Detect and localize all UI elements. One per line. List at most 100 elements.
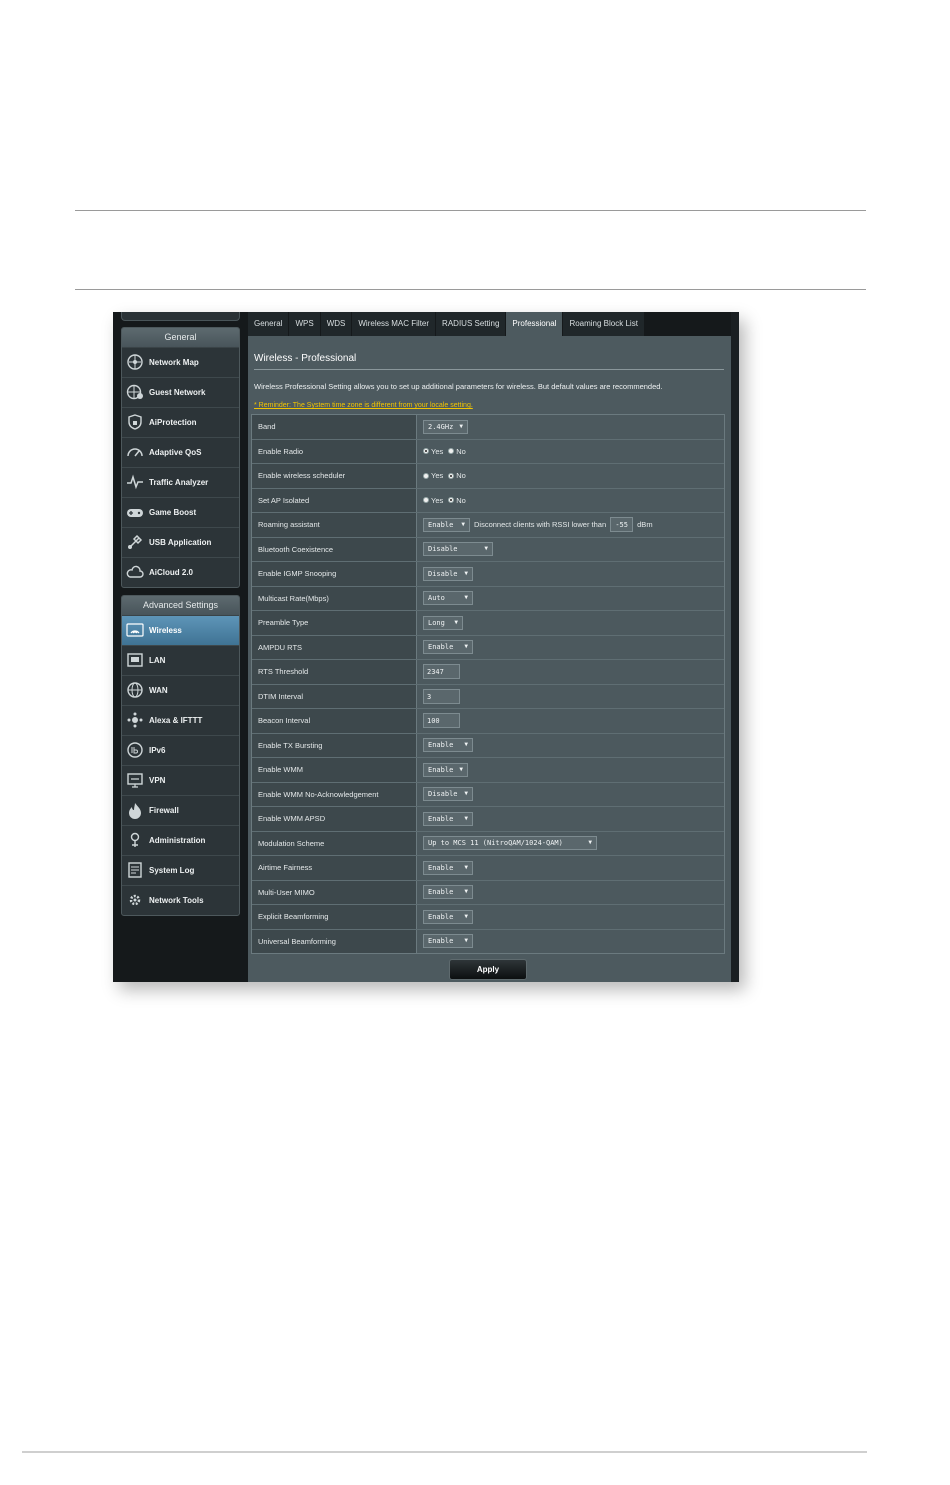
sidebar-item-vpn[interactable]: VPN bbox=[122, 765, 239, 795]
setting-value: Enable ▼ bbox=[417, 856, 724, 880]
setting-value: Auto ▼ bbox=[417, 586, 724, 610]
set-ap-isolated-radio-yes[interactable]: Yes bbox=[423, 496, 443, 505]
sidebar-item-network-tools[interactable]: Network Tools bbox=[122, 885, 239, 915]
enable-wireless-scheduler-radio-no[interactable]: No bbox=[448, 471, 466, 480]
rssi-threshold-input[interactable]: -55 bbox=[610, 517, 634, 533]
enable-igmp-snooping-select[interactable]: Disable ▼ bbox=[423, 566, 473, 581]
general-menu: General Network Map Guest Network AiProtec… bbox=[121, 327, 240, 588]
chevron-down-icon: ▼ bbox=[464, 937, 468, 945]
tools-icon bbox=[126, 891, 149, 911]
setting-value: 2.4GHz ▼ bbox=[417, 415, 724, 439]
ampdu-rts-select[interactable]: Enable ▼ bbox=[423, 640, 473, 655]
set-ap-isolated-radio-no[interactable]: No bbox=[448, 496, 466, 505]
setting-label: Universal Beamforming bbox=[252, 929, 417, 953]
setting-label-text: Beacon Interval bbox=[258, 716, 311, 726]
rts-threshold-input[interactable]: 2347 bbox=[423, 664, 460, 680]
setting-value: Enable ▼ bbox=[417, 905, 724, 929]
enable-wmm-apsd-select[interactable]: Enable ▼ bbox=[423, 811, 473, 826]
setting-value: Disable ▼ bbox=[417, 782, 724, 806]
setting-value: Yes No bbox=[417, 464, 724, 488]
roaming-assistant-select[interactable]: Enable ▼ bbox=[423, 517, 470, 532]
bluetooth-coexistence-select[interactable]: Disable ▼ bbox=[423, 542, 493, 557]
setting-row-enable-igmp-snooping: Enable IGMP Snooping Disable ▼ bbox=[252, 562, 724, 587]
tab-general[interactable]: General bbox=[248, 312, 289, 336]
globe-icon bbox=[126, 681, 149, 701]
setting-value: Disable ▼ bbox=[417, 537, 724, 561]
tab-professional[interactable]: Professional bbox=[506, 312, 563, 336]
setting-value: Up to MCS 11 (NitroQAM/1024-QAM) ▼ bbox=[417, 831, 724, 855]
beacon-interval-input[interactable]: 100 bbox=[423, 713, 460, 729]
chevron-down-icon: ▼ bbox=[459, 765, 463, 773]
explicit-beamforming-select[interactable]: Enable ▼ bbox=[423, 909, 473, 924]
setting-row-enable-tx-bursting: Enable TX Bursting Enable ▼ bbox=[252, 733, 724, 758]
radio-label: No bbox=[456, 471, 466, 481]
chevron-down-icon: ▼ bbox=[484, 545, 488, 553]
modulation-scheme-select[interactable]: Up to MCS 11 (NitroQAM/1024-QAM) ▼ bbox=[423, 836, 597, 851]
radio-label: Yes bbox=[431, 446, 444, 456]
setting-label: Preamble Type bbox=[252, 611, 417, 635]
select-value: Enable bbox=[428, 765, 454, 774]
multi-user-mimo-select[interactable]: Enable ▼ bbox=[423, 885, 473, 900]
sidebar-item-aiprotection[interactable]: AiProtection bbox=[122, 407, 239, 437]
sidebar-item-adaptive-qos[interactable]: Adaptive QoS bbox=[122, 437, 239, 467]
setting-value: Enable ▼ bbox=[417, 635, 724, 659]
setting-label: Bluetooth Coexistence bbox=[252, 537, 417, 561]
second-rule bbox=[75, 289, 866, 290]
sidebar-item-label: Network Map bbox=[149, 358, 199, 367]
select-value: Disable bbox=[428, 790, 458, 799]
sidebar-item-alexa-ifttt[interactable]: Alexa & IFTTT bbox=[122, 705, 239, 735]
sidebar-item-administration[interactable]: Administration bbox=[122, 825, 239, 855]
gauge-icon bbox=[126, 443, 149, 463]
sidebar-item-firewall[interactable]: Firewall bbox=[122, 795, 239, 825]
tab-wps[interactable]: WPS bbox=[289, 312, 320, 336]
network-map-icon bbox=[126, 353, 149, 373]
cloud-icon bbox=[126, 563, 149, 583]
setting-label-text: Bluetooth Coexistence bbox=[258, 544, 334, 554]
sidebar-item-wireless[interactable]: Wireless bbox=[122, 616, 239, 645]
tab-wireless-mac-filter[interactable]: Wireless MAC Filter bbox=[352, 312, 436, 336]
setting-row-universal-beamforming: Universal Beamforming Enable ▼ bbox=[252, 929, 724, 953]
airtime-fairness-select[interactable]: Enable ▼ bbox=[423, 860, 473, 875]
enable-tx-bursting-select[interactable]: Enable ▼ bbox=[423, 738, 473, 753]
ipv6-icon bbox=[126, 741, 149, 761]
setting-label: DTIM Interval bbox=[252, 684, 417, 708]
sidebar-item-label: WAN bbox=[149, 686, 168, 695]
dtim-interval-input[interactable]: 3 bbox=[423, 688, 460, 704]
band-select[interactable]: 2.4GHz ▼ bbox=[423, 419, 468, 434]
multicast-rate-mbps-select[interactable]: Auto ▼ bbox=[423, 591, 473, 606]
radio-selected-icon bbox=[448, 472, 455, 479]
enable-wmm-no-acknowledgement-select[interactable]: Disable ▼ bbox=[423, 787, 473, 802]
sidebar-item-traffic-analyzer[interactable]: Traffic Analyzer bbox=[122, 467, 239, 497]
apply-button[interactable]: Apply bbox=[449, 959, 527, 980]
setting-label-text: Modulation Scheme bbox=[258, 838, 325, 848]
sidebar-item-game-boost[interactable]: Game Boost bbox=[122, 497, 239, 527]
universal-beamforming-select[interactable]: Enable ▼ bbox=[423, 934, 473, 949]
preamble-type-select[interactable]: Long ▼ bbox=[423, 615, 463, 630]
setting-label: Airtime Fairness bbox=[252, 856, 417, 880]
setting-value: Enable ▼ bbox=[417, 758, 724, 782]
tab-wds[interactable]: WDS bbox=[320, 312, 352, 336]
sidebar-item-usb-application[interactable]: USB Application bbox=[122, 527, 239, 557]
sidebar-item-lan[interactable]: LAN bbox=[122, 645, 239, 675]
setting-label: Band bbox=[252, 415, 417, 439]
sidebar-item-aicloud-2-0[interactable]: AiCloud 2.0 bbox=[122, 557, 239, 587]
lan-icon bbox=[126, 651, 149, 671]
enable-wmm-select[interactable]: Enable ▼ bbox=[423, 762, 468, 777]
tab-roaming-block-list[interactable]: Roaming Block List bbox=[563, 312, 644, 336]
tab-radius-setting[interactable]: RADIUS Setting bbox=[436, 312, 506, 336]
setting-label: Modulation Scheme bbox=[252, 831, 417, 855]
sidebar-item-guest-network[interactable]: Guest Network bbox=[122, 377, 239, 407]
setting-label-text: Explicit Beamforming bbox=[258, 912, 329, 922]
sidebar-item-system-log[interactable]: System Log bbox=[122, 855, 239, 885]
enable-radio-radio-no[interactable]: No bbox=[448, 447, 466, 456]
setting-value: Yes No bbox=[417, 439, 724, 463]
settings-table: Band 2.4GHz ▼ Enable Radio Yes No Enable wirel… bbox=[251, 414, 725, 954]
setting-label-text: Multicast Rate(Mbps) bbox=[258, 593, 329, 603]
timezone-reminder-link[interactable]: * Reminder: The System time zone is diff… bbox=[254, 402, 473, 409]
sidebar-item-ipv6[interactable]: IPv6 bbox=[122, 735, 239, 765]
sidebar-item-network-map[interactable]: Network Map bbox=[122, 348, 239, 377]
enable-radio-radio-yes[interactable]: Yes bbox=[423, 447, 443, 456]
sidebar-item-wan[interactable]: WAN bbox=[122, 675, 239, 705]
enable-wireless-scheduler-radio-yes[interactable]: Yes bbox=[423, 471, 443, 480]
setting-label: Enable WMM bbox=[252, 758, 417, 782]
